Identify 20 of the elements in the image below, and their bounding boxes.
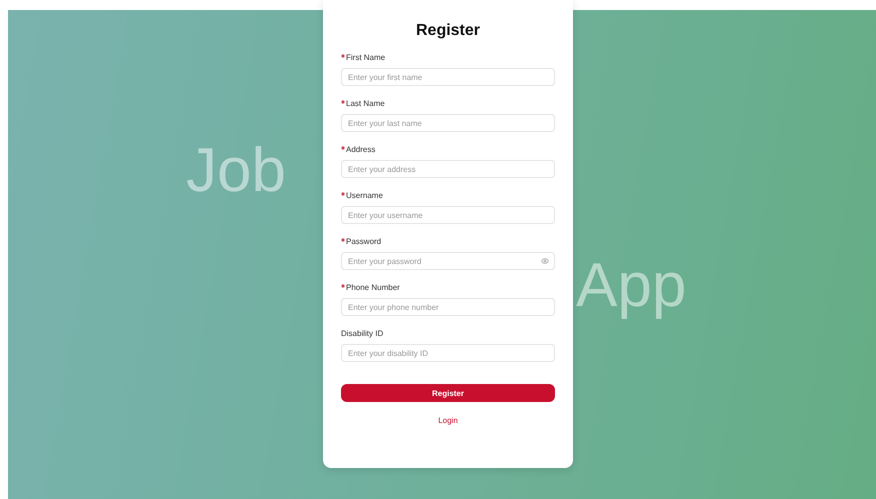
input-field[interactable]: Enter your last name [341,114,555,132]
password-field[interactable]: Enter your password [341,252,555,270]
input-field[interactable]: Enter your first name [341,68,555,86]
input-field[interactable]: Enter your address [341,160,555,178]
background-title: Job [186,140,286,202]
login-link[interactable]: Login [438,416,458,425]
background-title: App [576,255,686,317]
input-field[interactable]: Enter your disability ID [341,344,555,362]
eye-icon[interactable] [541,257,549,265]
input-field[interactable]: Enter your username [341,206,555,224]
field-label: Address [346,144,376,156]
field-label: Disability ID [341,328,384,340]
register-button[interactable]: Register [341,384,555,402]
form-title: Register [414,22,482,40]
field-label: Phone Number [346,282,400,294]
field-label: Password [346,236,382,248]
field-label: Username [346,190,383,202]
field-label: First Name [346,52,386,64]
input-field[interactable]: Enter your phone number [341,298,555,316]
field-label: Last Name [346,98,385,110]
